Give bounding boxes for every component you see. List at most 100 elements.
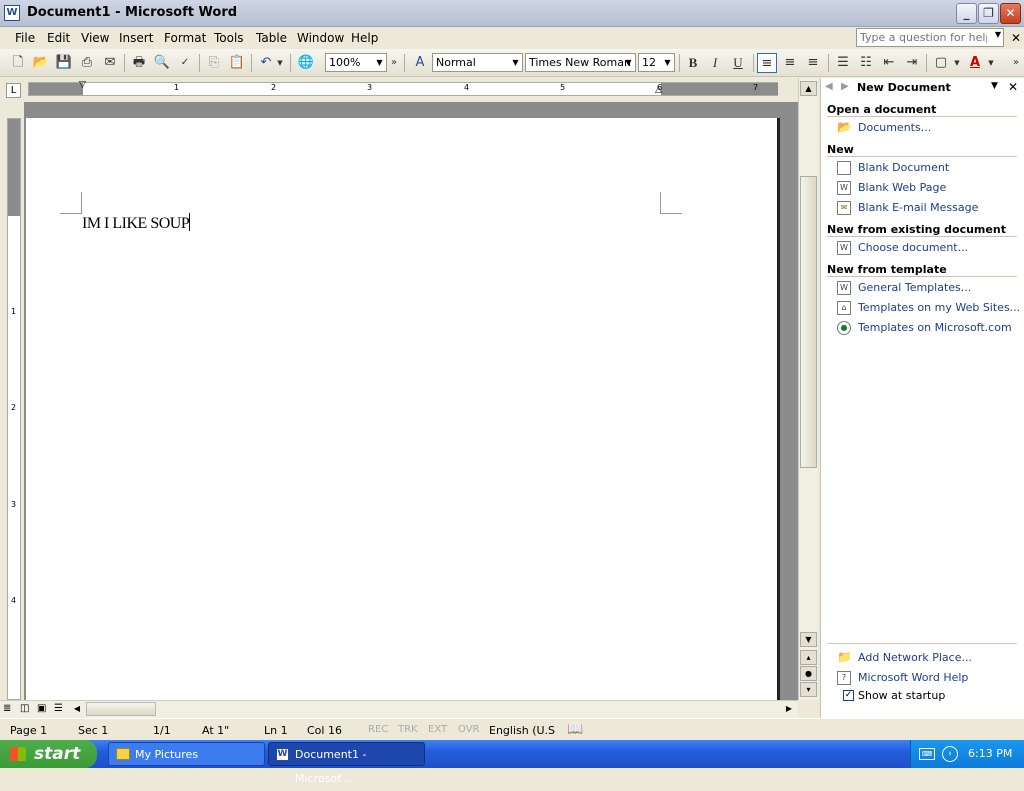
- scroll-up-icon[interactable]: ▲: [800, 81, 817, 96]
- scroll-down-icon[interactable]: ▼: [800, 632, 817, 647]
- horizontal-ruler[interactable]: 1 2 3 4 5 6 7 ▽ △: [28, 80, 778, 96]
- task-pane: ◀ ▶ New Document ▼ ✕ Open a document 📂 D…: [820, 78, 1024, 718]
- decrease-indent-icon[interactable]: ⇤: [879, 53, 899, 73]
- horizontal-scrollbar[interactable]: ≣ ◫ ▣ ☰ ◀ ▶: [0, 700, 798, 718]
- email-icon[interactable]: ✉: [100, 53, 120, 73]
- permission-icon[interactable]: ⎙: [77, 53, 97, 73]
- help-question-box[interactable]: ▼: [856, 28, 1004, 47]
- status-trk[interactable]: TRK: [398, 724, 418, 735]
- web-sites-templates-link[interactable]: Templates on my Web Sites...: [858, 301, 1020, 314]
- close-icon[interactable]: ✕: [1008, 80, 1018, 94]
- new-document-icon[interactable]: 🗋: [8, 53, 28, 73]
- scroll-right-icon[interactable]: ▶: [782, 702, 796, 716]
- open-documents-link[interactable]: Documents...: [858, 121, 931, 134]
- paste-icon[interactable]: 📋: [227, 53, 247, 73]
- chevron-down-icon[interactable]: ▼: [991, 81, 998, 91]
- align-center-icon[interactable]: ≡: [780, 53, 800, 73]
- forward-arrow-icon[interactable]: ▶: [841, 81, 849, 92]
- minimize-button[interactable]: _: [956, 3, 977, 24]
- keyboard-icon[interactable]: ⌨: [919, 748, 935, 760]
- menu-edit[interactable]: Edit: [47, 31, 70, 45]
- print-preview-icon[interactable]: 🔍: [152, 53, 172, 73]
- font-select[interactable]: Times New Roman ▼: [525, 53, 636, 72]
- align-left-icon[interactable]: ≡: [757, 53, 777, 73]
- print-icon[interactable]: 🖶: [129, 53, 149, 73]
- outline-view-icon[interactable]: ☰: [54, 703, 63, 714]
- right-indent-marker[interactable]: △: [655, 85, 662, 95]
- status-ovr[interactable]: OVR: [458, 724, 479, 735]
- first-line-indent-marker[interactable]: ▽: [79, 80, 86, 90]
- font-size-select[interactable]: 12 ▼: [638, 53, 675, 72]
- document-text[interactable]: IM I LIKE SOUP: [82, 213, 191, 233]
- blank-document-link[interactable]: Blank Document: [858, 161, 949, 174]
- close-document-icon[interactable]: ✕: [1011, 31, 1021, 45]
- bullets-icon[interactable]: ☷: [856, 53, 876, 73]
- undo-icon[interactable]: ↶: [256, 53, 276, 73]
- font-color-icon[interactable]: A: [965, 53, 985, 73]
- chevron-down-icon[interactable]: ▼: [995, 30, 1001, 39]
- italic-button[interactable]: I: [705, 53, 725, 73]
- font-color-dropdown-icon[interactable]: ▼: [985, 53, 997, 73]
- copy-icon[interactable]: ⎘: [204, 53, 224, 73]
- open-folder-icon[interactable]: 📂: [31, 53, 51, 73]
- spelling-icon[interactable]: ✓: [175, 53, 195, 73]
- scroll-left-icon[interactable]: ◀: [70, 702, 84, 716]
- help-question-input[interactable]: [857, 29, 987, 45]
- select-browse-object-icon[interactable]: ●: [800, 666, 817, 681]
- maximize-button[interactable]: ❐: [978, 3, 999, 24]
- globe-icon[interactable]: 🌐: [296, 53, 316, 73]
- back-arrow-icon[interactable]: ◀: [825, 81, 833, 92]
- menu-file[interactable]: File: [15, 31, 35, 45]
- choose-document-link[interactable]: Choose document...: [858, 241, 968, 254]
- previous-page-icon[interactable]: ▴: [800, 650, 817, 665]
- taskbar-item-my-pictures[interactable]: My Pictures: [108, 742, 265, 766]
- taskbar-item-document1[interactable]: W Document1 - Microsof...: [268, 742, 425, 785]
- next-page-icon[interactable]: ▾: [800, 682, 817, 697]
- vertical-scroll-thumb[interactable]: [800, 176, 817, 468]
- close-button[interactable]: ✕: [1000, 3, 1021, 24]
- general-templates-link[interactable]: General Templates...: [858, 281, 971, 294]
- status-rec[interactable]: REC: [368, 724, 388, 735]
- print-layout-icon[interactable]: ▣: [37, 703, 46, 714]
- show-at-startup-checkbox[interactable]: ✓: [843, 690, 854, 701]
- add-network-place-link[interactable]: Add Network Place...: [858, 651, 972, 664]
- undo-dropdown-icon[interactable]: ▼: [274, 53, 286, 73]
- vertical-ruler[interactable]: 1 2 3 4: [7, 118, 21, 700]
- numbering-icon[interactable]: ☰: [833, 53, 853, 73]
- web-layout-icon[interactable]: ◫: [20, 703, 29, 714]
- toolbar-options-icon[interactable]: »: [388, 53, 400, 73]
- increase-indent-icon[interactable]: ⇥: [902, 53, 922, 73]
- menu-insert[interactable]: Insert: [119, 31, 153, 45]
- toolbar-options-icon[interactable]: »: [1010, 53, 1022, 73]
- vertical-scrollbar[interactable]: ▲ ▼ ▴ ● ▾: [798, 78, 818, 700]
- title-bar[interactable]: W Document1 - Microsoft Word _ ❐ ✕: [0, 0, 1024, 27]
- menu-tools[interactable]: Tools: [214, 31, 244, 45]
- underline-button[interactable]: U: [728, 53, 748, 73]
- show-hidden-icons-icon[interactable]: ‹: [942, 746, 958, 762]
- document-page[interactable]: [26, 118, 780, 702]
- styles-icon[interactable]: A: [410, 53, 430, 73]
- tab-stop-selector[interactable]: L: [6, 83, 21, 98]
- menu-window[interactable]: Window: [297, 31, 344, 45]
- word-help-link[interactable]: Microsoft Word Help: [858, 671, 968, 684]
- align-right-icon[interactable]: ≡: [803, 53, 823, 73]
- menu-format[interactable]: Format: [164, 31, 206, 45]
- normal-view-icon[interactable]: ≣: [3, 703, 11, 714]
- bold-button[interactable]: B: [683, 53, 703, 73]
- menu-help[interactable]: Help: [351, 31, 378, 45]
- microsoft-templates-link[interactable]: Templates on Microsoft.com: [858, 321, 1012, 334]
- blank-web-page-link[interactable]: Blank Web Page: [858, 181, 946, 194]
- globe-icon: ●: [837, 321, 851, 335]
- border-icon[interactable]: ▢: [931, 53, 951, 73]
- status-ext[interactable]: EXT: [428, 724, 447, 735]
- spelling-status-icon[interactable]: 📖: [567, 722, 583, 737]
- menu-table[interactable]: Table: [256, 31, 287, 45]
- save-icon[interactable]: 💾: [54, 53, 74, 73]
- zoom-select[interactable]: 100% ▼: [325, 53, 387, 72]
- border-dropdown-icon[interactable]: ▼: [951, 53, 963, 73]
- horizontal-scroll-thumb[interactable]: [86, 702, 156, 716]
- start-button[interactable]: start: [0, 740, 97, 768]
- style-select[interactable]: Normal ▼: [432, 53, 523, 72]
- blank-email-link[interactable]: Blank E-mail Message: [858, 201, 978, 214]
- menu-view[interactable]: View: [81, 31, 109, 45]
